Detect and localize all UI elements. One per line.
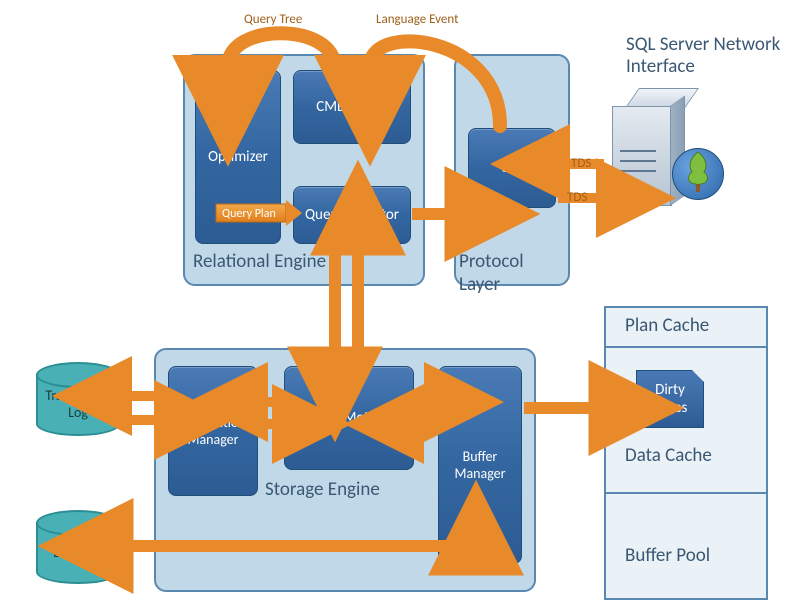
server-slot (620, 150, 656, 152)
sni-title: SQL Server Network Interface (626, 34, 786, 78)
transaction-manager-block: Transaction Manager (168, 366, 258, 496)
sni-block: SNI (468, 128, 556, 208)
query-plan-arrow-label: Query Plan (222, 207, 276, 221)
query-executor-block: Query Executor (293, 186, 411, 244)
data-cache-label: Data Cache (625, 444, 712, 467)
storage-engine-label: Storage Engine (265, 478, 380, 501)
tree-icon (684, 150, 712, 194)
buffer-pool-label: Buffer Pool (625, 544, 710, 567)
dirty-pages-block: Dirty Pages (636, 370, 704, 428)
language-event-arrow-label: Language Event (376, 12, 458, 27)
access-methods-block: Access Methods (284, 366, 414, 470)
server-slot (620, 170, 656, 172)
transaction-log-cylinder-top (36, 362, 120, 388)
protocol-layer-label: Protocol Layer (459, 250, 569, 296)
data-file-cylinder-top (36, 510, 120, 536)
pool-divider (606, 492, 766, 494)
relational-engine-label: Relational Engine (193, 250, 333, 273)
server-slot (620, 160, 656, 162)
buffer-manager-block: Buffer Manager (438, 366, 522, 564)
server-icon-top (625, 88, 699, 108)
tds-in-arrow-label: TDS (571, 156, 591, 171)
pool-divider (606, 346, 766, 348)
cmd-parser-block: CMD Parser (293, 70, 411, 144)
tds-out-arrow-label: TDS (567, 190, 587, 205)
query-tree-arrow-label: Query Tree (244, 12, 302, 27)
plan-cache-label: Plan Cache (625, 314, 709, 337)
server-icon (612, 106, 672, 206)
